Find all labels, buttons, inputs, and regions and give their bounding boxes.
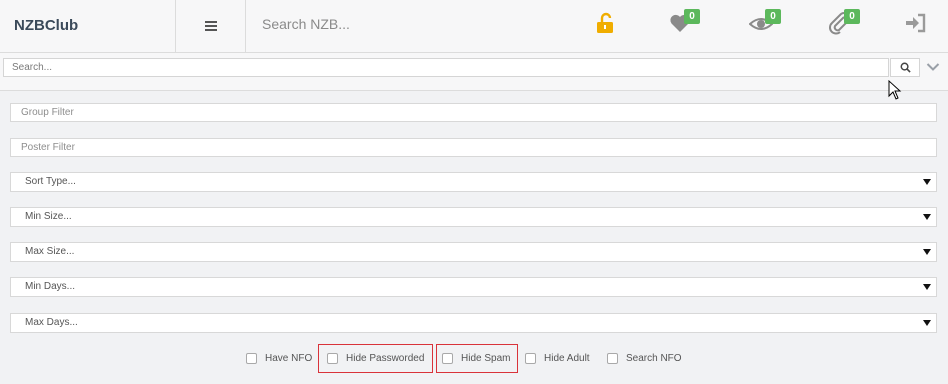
search-input[interactable]: [3, 58, 889, 77]
unlock-icon[interactable]: [595, 11, 619, 35]
hide-adult-label: Hide Adult: [544, 353, 590, 364]
sign-in-icon: [906, 13, 926, 33]
favorites-button[interactable]: 0: [668, 9, 700, 35]
min-size-select[interactable]: Min Size...: [10, 207, 937, 227]
max-size-select[interactable]: Max Size...: [10, 242, 937, 262]
min-days-value: Min Days...: [25, 281, 76, 292]
max-days-select[interactable]: Max Days...: [10, 313, 937, 333]
group-filter-input[interactable]: [10, 103, 937, 122]
max-size-value: Max Size...: [25, 246, 75, 257]
attachments-button[interactable]: 0: [828, 9, 860, 35]
search-button[interactable]: [890, 58, 920, 77]
top-navbar: NZBClub Search NZB... 0 0 0: [0, 0, 948, 53]
hide-passworded-checkbox[interactable]: Hide Passworded: [318, 344, 433, 373]
search-icon: [900, 62, 911, 73]
checkbox-box[interactable]: [246, 353, 257, 364]
sort-type-value: Sort Type...: [25, 176, 76, 187]
dropdown-arrow-icon: [923, 284, 931, 290]
hide-passworded-label: Hide Passworded: [346, 353, 425, 364]
attachments-count-badge: 0: [844, 9, 860, 24]
sort-type-select[interactable]: Sort Type...: [10, 172, 937, 192]
checkbox-box[interactable]: [607, 353, 618, 364]
mouse-cursor-icon: [888, 80, 902, 100]
watchlist-count-badge: 0: [765, 9, 781, 24]
dropdown-arrow-icon: [923, 320, 931, 326]
hamburger-icon: [204, 19, 217, 33]
max-days-value: Max Days...: [25, 317, 78, 328]
watchlist-button[interactable]: 0: [748, 9, 781, 35]
brand-logo[interactable]: NZBClub: [0, 0, 176, 52]
min-size-value: Min Size...: [25, 211, 72, 222]
min-days-select[interactable]: Min Days...: [10, 277, 937, 297]
hide-spam-checkbox[interactable]: Hide Spam: [436, 344, 518, 373]
dropdown-arrow-icon: [923, 179, 931, 185]
hide-spam-label: Hide Spam: [461, 353, 511, 364]
have-nfo-label: Have NFO: [265, 353, 313, 364]
checkbox-box[interactable]: [525, 353, 536, 364]
top-search-input[interactable]: Search NZB...: [262, 0, 350, 52]
dropdown-arrow-icon: [923, 214, 931, 220]
checkbox-box[interactable]: [442, 353, 453, 364]
hide-adult-checkbox[interactable]: Hide Adult: [525, 344, 590, 373]
favorites-count-badge: 0: [684, 9, 700, 24]
poster-filter-input[interactable]: [10, 138, 937, 157]
search-bar: [0, 53, 948, 91]
checkbox-box[interactable]: [327, 353, 338, 364]
have-nfo-checkbox[interactable]: Have NFO: [246, 344, 312, 373]
dropdown-arrow-icon: [923, 249, 931, 255]
filter-checkboxes: Have NFO Hide Passworded Hide Spam Hide …: [0, 344, 948, 374]
search-nfo-checkbox[interactable]: Search NFO: [607, 344, 682, 373]
sign-in-button[interactable]: [904, 11, 928, 35]
search-nfo-label: Search NFO: [626, 353, 682, 364]
chevron-down-icon[interactable]: [926, 62, 940, 72]
menu-toggle-button[interactable]: [176, 0, 246, 52]
